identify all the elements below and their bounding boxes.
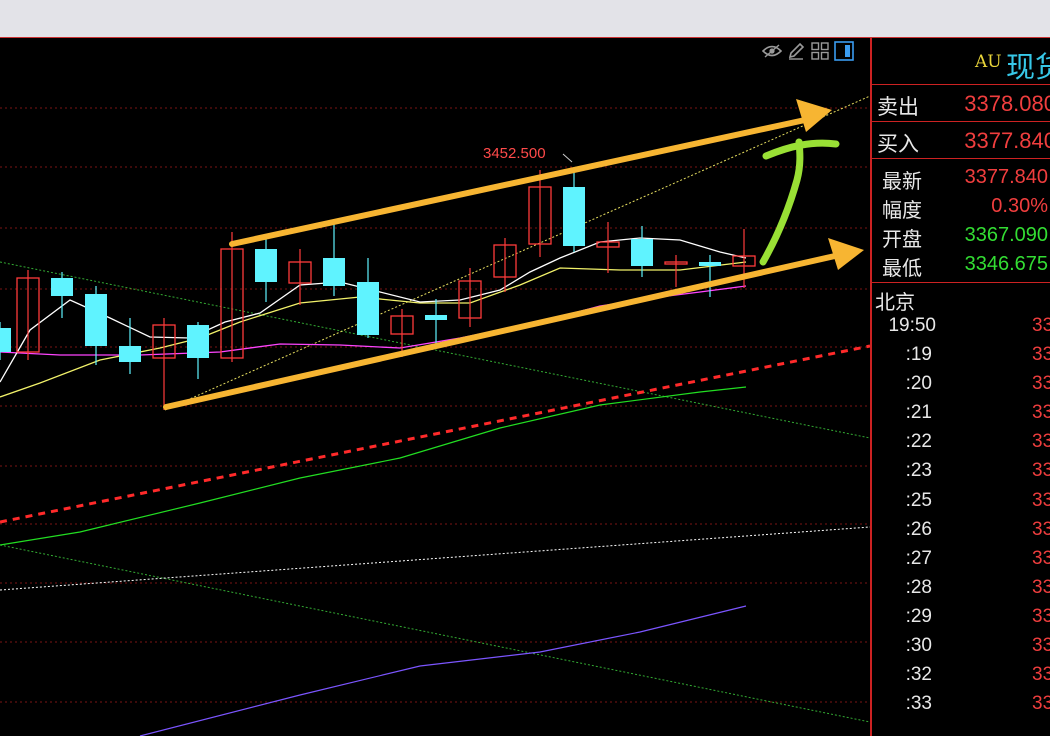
- tick-price: 33: [1032, 605, 1050, 627]
- tick-time: :22: [905, 431, 932, 453]
- tick-price: 33: [1032, 693, 1050, 715]
- tick-row: :28 33: [872, 575, 1050, 604]
- tick-time: :28: [905, 576, 932, 598]
- high-price-pointer: [562, 153, 573, 163]
- panel-toggle-icon[interactable]: [834, 41, 854, 61]
- tick-price: 33: [1032, 635, 1050, 657]
- tick-time: :23: [905, 460, 932, 482]
- candle-body: [255, 249, 277, 282]
- tick-price: 33: [1032, 489, 1050, 511]
- tick-price: 33: [1032, 460, 1050, 482]
- candlestick-chart[interactable]: 3452.500: [0, 38, 870, 736]
- tick-row: :19 33: [872, 342, 1050, 371]
- candle-body: [631, 239, 653, 266]
- tick-time: :29: [905, 605, 932, 627]
- stat-low: 最低 3346.675: [872, 250, 1050, 280]
- candle-body: [699, 262, 721, 266]
- stat-value: 3377.840: [964, 166, 1048, 188]
- candle-body: [187, 325, 209, 358]
- tick-list[interactable]: 19:50 33:19 33:20 33:21 33:22 33:23 33:25 33:26…: [872, 313, 1050, 720]
- candle-body: [51, 278, 73, 296]
- tick-price: 33: [1032, 547, 1050, 569]
- ma120-line: [139, 605, 747, 736]
- tick-price: 33: [1032, 344, 1050, 366]
- sell-price: 3378.080: [964, 91, 1050, 116]
- upper-channel-arrow: [229, 117, 808, 247]
- city-label: 北京: [875, 290, 915, 314]
- tick-price: 33: [1032, 402, 1050, 424]
- grid-icon[interactable]: [810, 41, 830, 61]
- tick-price: 33: [1032, 315, 1050, 336]
- tick-row: :33 33: [872, 691, 1050, 720]
- stat-value: 0.30%: [991, 195, 1048, 217]
- window-top-bar: [0, 0, 1050, 38]
- tick-row: :30 33: [872, 633, 1050, 662]
- candle-body: [357, 282, 379, 335]
- buy-row: 买入 3377.840: [872, 122, 1050, 159]
- high-price-label: 3452.500: [483, 145, 546, 162]
- tick-row: :22 33: [872, 429, 1050, 458]
- tick-time: :32: [905, 664, 932, 686]
- tick-row: :32 33: [872, 662, 1050, 691]
- stat-value: 3367.090: [964, 224, 1048, 246]
- sell-label: 卖出: [877, 95, 919, 119]
- city-label-row: 北京: [872, 283, 1050, 314]
- tick-row: :23 33: [872, 458, 1050, 487]
- tick-row: 19:50 33: [872, 313, 1050, 342]
- stat-label: 幅度: [882, 198, 922, 222]
- candle-body: [0, 328, 11, 352]
- tick-time: :33: [905, 693, 932, 715]
- tick-time: :19: [905, 344, 932, 366]
- stat-open: 开盘 3367.090: [872, 221, 1050, 251]
- candle-body: [119, 346, 141, 362]
- candle-body: [323, 258, 345, 286]
- eye-icon[interactable]: [762, 41, 782, 61]
- stat-latest: 最新 3377.840: [872, 163, 1050, 193]
- buy-label: 买入: [877, 132, 919, 156]
- tick-time: :20: [905, 373, 932, 395]
- stat-value: 3346.675: [964, 253, 1048, 275]
- guide-line: [0, 526, 870, 591]
- stat-change: 幅度 0.30%: [872, 192, 1050, 222]
- stat-label: 最新: [882, 169, 922, 193]
- tick-price: 33: [1032, 664, 1050, 686]
- tick-row: :29 33: [872, 604, 1050, 633]
- chart-canvas[interactable]: 3452.500: [0, 38, 870, 736]
- buy-price: 3377.840: [964, 128, 1050, 153]
- instrument-name: 现货: [1006, 50, 1050, 84]
- tick-time: :25: [905, 489, 932, 511]
- candle-body: [85, 294, 107, 346]
- candle-body: [425, 315, 447, 320]
- tick-time: :21: [905, 402, 932, 424]
- sell-row: 卖出 3378.080: [872, 85, 1050, 122]
- stat-label: 最低: [882, 256, 922, 280]
- tick-price: 33: [1032, 373, 1050, 395]
- tick-time: 19:50: [888, 315, 936, 336]
- stat-label: 开盘: [882, 227, 922, 251]
- quote-stats: 最新 3377.840 幅度 0.30% 开盘 3367.090 最低 3346…: [872, 159, 1050, 283]
- tick-row: :21 33: [872, 400, 1050, 429]
- tick-price: 33: [1032, 576, 1050, 598]
- tick-row: :25 33: [872, 488, 1050, 517]
- tick-row: :27 33: [872, 546, 1050, 575]
- drawn-up-arrow: [759, 138, 804, 266]
- tick-price: 33: [1032, 518, 1050, 540]
- tick-time: :30: [905, 635, 932, 657]
- quote-panel: AU 现货 卖出 3378.080 买入 3377.840 最新 3377.84…: [872, 38, 1050, 736]
- tick-time: :27: [905, 547, 932, 569]
- tick-price: 33: [1032, 431, 1050, 453]
- chart-toolbar: [762, 40, 854, 62]
- lower-arrow-head: [828, 238, 864, 270]
- tick-row: :20 33: [872, 371, 1050, 400]
- instrument-code: AU: [975, 52, 1002, 72]
- guide-line: [0, 544, 870, 723]
- quote-title: AU 现货: [872, 38, 1050, 85]
- tick-row: :26 33: [872, 517, 1050, 546]
- candle-body: [563, 187, 585, 246]
- tick-time: :26: [905, 518, 932, 540]
- pencil-icon[interactable]: [786, 41, 806, 61]
